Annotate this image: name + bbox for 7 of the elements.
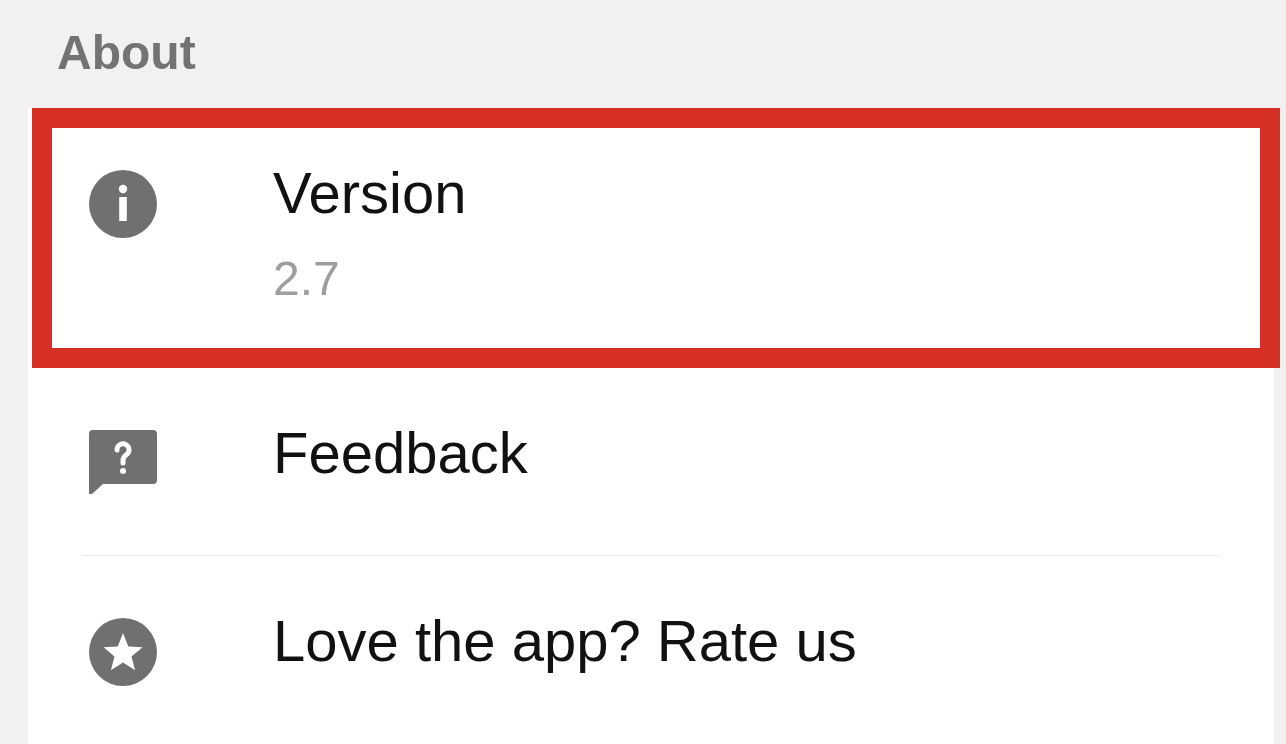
settings-item-label[interactable]: Feedback [273, 419, 528, 486]
section-header: About [57, 25, 196, 80]
question-bubble-icon [89, 430, 157, 494]
settings-item-label[interactable]: Love the app? Rate us [273, 607, 857, 674]
settings-item-label[interactable]: Version [273, 159, 467, 226]
info-icon [89, 170, 157, 238]
version-number: 2.7 [273, 251, 340, 306]
